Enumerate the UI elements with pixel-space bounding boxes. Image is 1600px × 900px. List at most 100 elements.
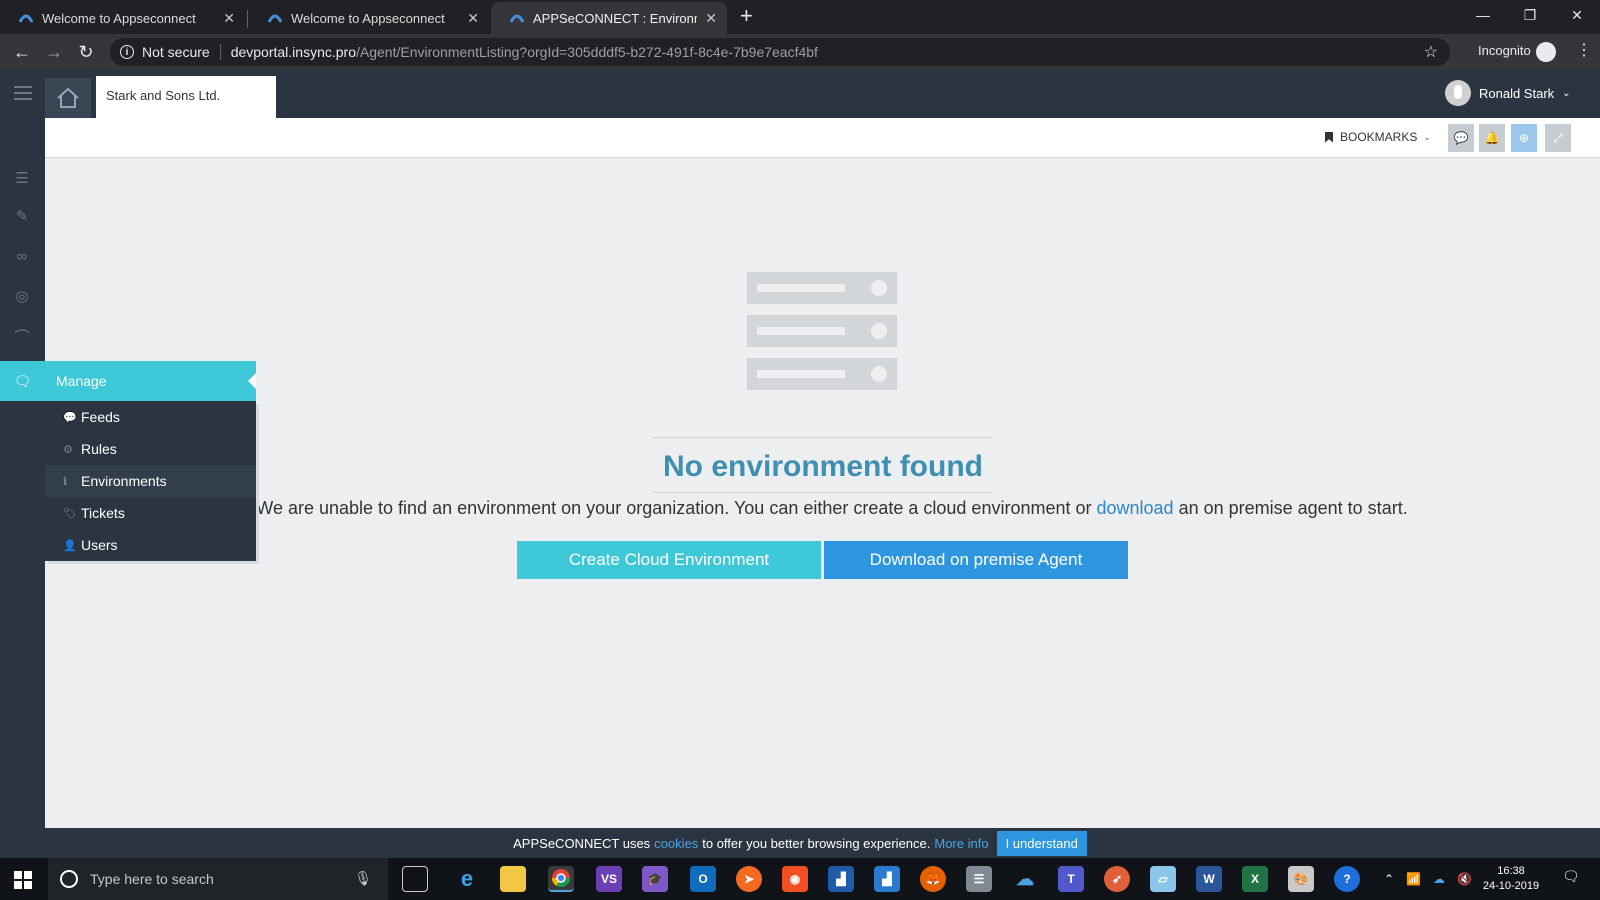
- bookmarks-label: BOOKMARKS: [1340, 130, 1418, 144]
- globe-icon[interactable]: ◎: [12, 286, 32, 306]
- microphone-icon[interactable]: 🎙: [354, 870, 372, 887]
- minimize-icon[interactable]: —: [1460, 0, 1506, 30]
- word-icon[interactable]: W: [1196, 866, 1222, 892]
- tab-title: Welcome to Appseconnect: [291, 10, 445, 26]
- close-tab-icon[interactable]: ✕: [467, 10, 479, 27]
- security-status[interactable]: Not secure: [142, 44, 210, 60]
- tab-separator: [247, 10, 248, 28]
- back-arrow-icon[interactable]: ←: [10, 40, 34, 64]
- user-icon: 👤: [63, 539, 77, 552]
- home-button[interactable]: [45, 78, 91, 118]
- browser-tab[interactable]: Welcome to Appseconnect ✕: [0, 2, 245, 34]
- url-path[interactable]: /Agent/EnvironmentListing?orgId=305dddf5…: [356, 44, 818, 60]
- menu-item-tickets[interactable]: 🏷 Tickets: [45, 497, 256, 529]
- menu-item-environments[interactable]: ℹ Environments: [45, 465, 256, 497]
- notes-app-icon[interactable]: ▱: [1150, 866, 1176, 892]
- camera-app-icon[interactable]: ◉: [782, 866, 808, 892]
- onedrive-icon[interactable]: ☁: [1433, 872, 1445, 886]
- paint-icon[interactable]: 🎨: [1288, 866, 1314, 892]
- close-window-icon[interactable]: ✕: [1554, 0, 1600, 30]
- download-link[interactable]: download: [1097, 498, 1174, 518]
- menu-item-label: Users: [81, 537, 118, 553]
- excel-icon[interactable]: X: [1242, 866, 1268, 892]
- star-icon[interactable]: ☆: [1424, 42, 1438, 62]
- outlook-icon[interactable]: O: [690, 866, 716, 892]
- windows-taskbar: Type here to search 🎙 e VS 🎓 O ➤ ◉ ▟ ▟ 🦊…: [0, 858, 1600, 900]
- database-icon[interactable]: ☰: [12, 168, 32, 188]
- chart-app-icon[interactable]: ▟: [828, 866, 854, 892]
- postman-icon[interactable]: ➤: [736, 866, 762, 892]
- browser-tab[interactable]: Welcome to Appseconnect ✕: [249, 2, 489, 34]
- menu-item-label: Tickets: [81, 505, 125, 521]
- menu-item-label: Rules: [81, 441, 117, 457]
- info-icon[interactable]: i: [120, 45, 134, 59]
- windows-start-icon[interactable]: [14, 871, 32, 889]
- cookie-banner: APPSeCONNECT uses cookies to offer you b…: [0, 828, 1600, 858]
- add-circle-icon[interactable]: ⊕: [1511, 124, 1537, 152]
- manage-menu-header[interactable]: 🗨 Manage: [0, 361, 256, 401]
- help-icon[interactable]: ?: [1334, 866, 1360, 892]
- comments-icon: 🗨: [13, 372, 32, 389]
- incognito-icon[interactable]: [1536, 42, 1556, 62]
- volume-muted-icon[interactable]: 🔇: [1457, 872, 1472, 886]
- task-view-icon[interactable]: [402, 866, 428, 892]
- chevron-up-icon[interactable]: ⌃: [1384, 872, 1394, 886]
- browser-tabstrip: Welcome to Appseconnect ✕ Welcome to App…: [0, 0, 1600, 34]
- menu-item-rules[interactable]: ⚙ Rules: [45, 433, 256, 465]
- system-clock[interactable]: 16:38 24-10-2019: [1476, 864, 1546, 894]
- firefox-icon[interactable]: 🦊: [920, 866, 946, 892]
- incognito-label: Incognito: [1478, 43, 1531, 58]
- cookies-link[interactable]: cookies: [654, 836, 698, 851]
- user-menu[interactable]: Ronald Stark ⌄: [1445, 80, 1571, 106]
- cloud-favicon-icon: [18, 14, 34, 23]
- taskbar-search[interactable]: Type here to search 🎙: [48, 858, 388, 900]
- server-rack-icon: [747, 315, 897, 347]
- reload-icon[interactable]: ↻: [74, 40, 98, 64]
- server-illustration: [747, 272, 897, 401]
- forward-arrow-icon[interactable]: →: [42, 40, 66, 64]
- bell-icon[interactable]: 🔔: [1479, 124, 1505, 152]
- left-sidebar: ☰ ✎ ∞ ◎ ⌒: [0, 118, 45, 828]
- close-tab-icon[interactable]: ✕: [705, 10, 717, 27]
- link-icon[interactable]: ∞: [12, 246, 32, 266]
- cookie-accept-button[interactable]: I understand: [996, 830, 1087, 856]
- create-cloud-environment-button[interactable]: Create Cloud Environment: [517, 541, 821, 579]
- bookmarks-dropdown[interactable]: BOOKMARKS ⌄: [1325, 130, 1431, 144]
- more-info-link[interactable]: More info: [934, 836, 988, 851]
- teams-icon[interactable]: T: [1058, 866, 1084, 892]
- visual-studio-icon[interactable]: VS: [596, 866, 622, 892]
- new-tab-button[interactable]: +: [740, 5, 753, 27]
- wifi-icon[interactable]: 📶: [1406, 872, 1421, 886]
- puzzle-icon[interactable]: ✎: [12, 206, 32, 226]
- notification-center-icon[interactable]: 🗨: [1562, 868, 1582, 888]
- bezier-icon[interactable]: ⌒: [12, 326, 32, 346]
- organization-tab[interactable]: Stark and Sons Ltd.: [96, 76, 276, 118]
- appseconnect-icon[interactable]: ☁: [1012, 866, 1038, 892]
- close-tab-icon[interactable]: ✕: [223, 10, 235, 27]
- clock-date: 24-10-2019: [1482, 880, 1540, 892]
- edge-icon[interactable]: e: [454, 866, 480, 892]
- gear-icon: ⚙: [63, 443, 73, 456]
- analytics-app-icon[interactable]: ▟: [874, 866, 900, 892]
- avatar: [1445, 80, 1471, 106]
- chat-icon[interactable]: 💬: [1448, 124, 1474, 152]
- restore-icon[interactable]: ❐: [1507, 0, 1553, 30]
- file-explorer-icon[interactable]: [500, 866, 526, 892]
- cortana-icon: [60, 870, 78, 888]
- kebab-menu-icon[interactable]: ⋮: [1576, 42, 1592, 60]
- hamburger-menu-icon[interactable]: [14, 86, 32, 100]
- browser-tab-active[interactable]: APPSeCONNECT : Environments ✕: [491, 2, 727, 34]
- menu-item-users[interactable]: 👤 Users: [45, 529, 256, 561]
- database-app-icon[interactable]: ☰: [966, 866, 992, 892]
- address-bar[interactable]: i Not secure devportal.insync.pro/Agent/…: [110, 38, 1450, 66]
- download-agent-button[interactable]: Download on premise Agent: [824, 541, 1128, 579]
- rocket-app-icon[interactable]: ➶: [1104, 866, 1130, 892]
- chrome-icon[interactable]: [548, 866, 574, 892]
- clock-time: 16:38: [1497, 865, 1525, 877]
- menu-item-feeds[interactable]: 💬 Feeds: [45, 401, 256, 433]
- url-host[interactable]: devportal.insync.pro: [231, 44, 356, 60]
- cap-icon[interactable]: 🎓: [642, 866, 668, 892]
- description-suffix: an on premise agent to start.: [1173, 498, 1408, 518]
- chevron-down-icon: ⌄: [1423, 131, 1431, 142]
- expand-icon[interactable]: ⤢: [1545, 124, 1571, 152]
